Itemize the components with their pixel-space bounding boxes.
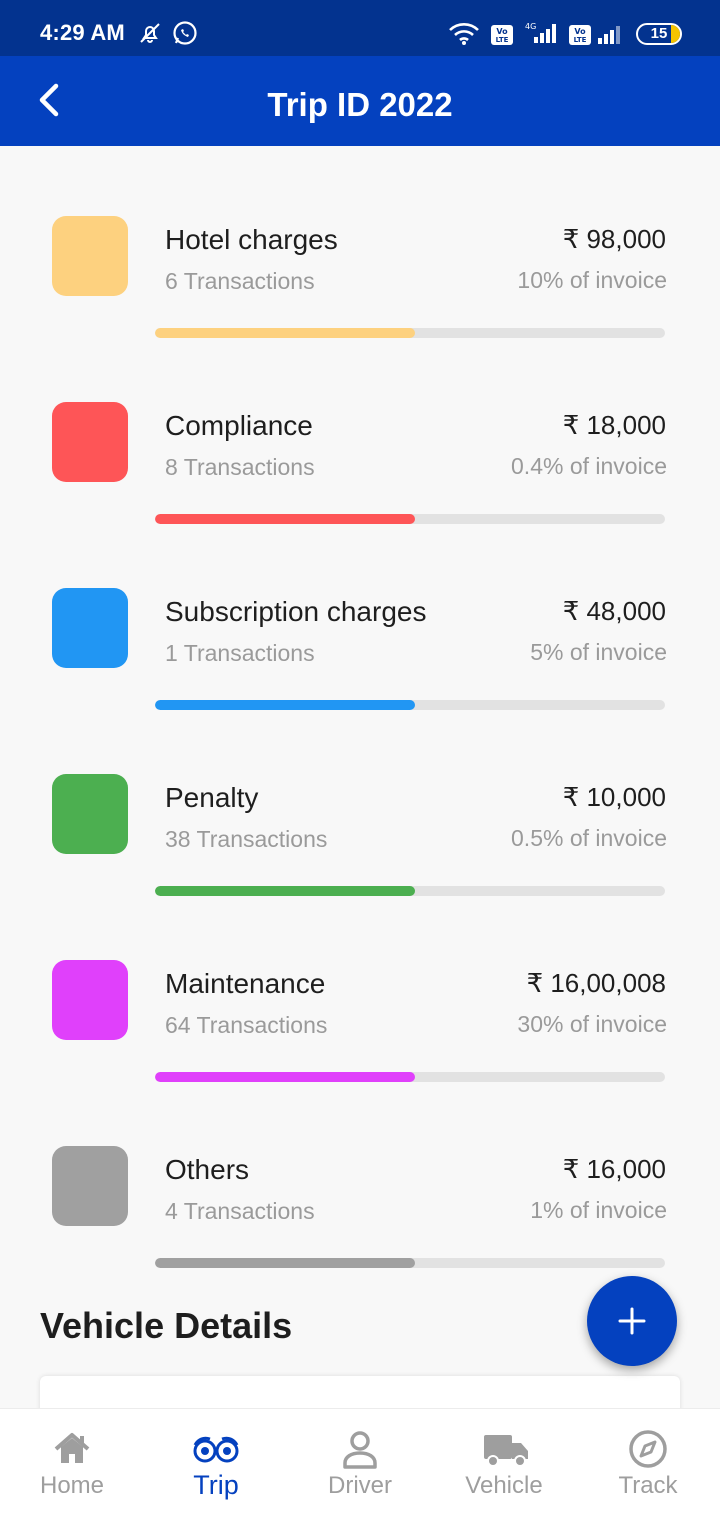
category-transactions: 8 Transactions — [165, 454, 315, 480]
category-color-swatch — [52, 774, 128, 854]
person-icon — [338, 1427, 382, 1471]
bottom-navigation: Home Trip Driver Vehicle Track — [0, 1408, 720, 1520]
category-transactions: 6 Transactions — [165, 268, 315, 294]
category-invoice-percent: 10% of invoice — [517, 267, 667, 293]
status-time: 4:29 AM — [40, 20, 125, 45]
category-invoice-percent: 0.5% of invoice — [511, 825, 667, 851]
category-color-swatch — [52, 216, 128, 296]
category-row[interactable]: Compliance 8 Transactions ₹ 18,000 0.4% of … — [0, 332, 720, 524]
battery-level-fill — [671, 25, 680, 43]
category-name: Subscription charges — [165, 596, 427, 627]
category-amount: ₹ 18,000 — [562, 410, 666, 440]
nav-driver-label: Driver — [328, 1472, 392, 1499]
app-bar: Trip ID 2022 — [0, 56, 720, 146]
plus-icon — [618, 1307, 646, 1335]
nav-track[interactable]: Track — [576, 1409, 720, 1520]
svg-text:Vo: Vo — [496, 27, 508, 36]
expense-category-list: Hotel charges 6 Transactions ₹ 98,000 10% o… — [0, 146, 720, 1408]
category-name: Penalty — [165, 782, 259, 813]
compass-icon — [626, 1427, 670, 1471]
category-row[interactable]: Penalty 38 Transactions ₹ 10,000 0.5% of in… — [0, 704, 720, 896]
battery-level: 15 — [650, 25, 668, 42]
category-transactions: 64 Transactions — [165, 1012, 328, 1038]
nav-track-label: Track — [618, 1472, 678, 1499]
category-color-swatch — [52, 960, 128, 1040]
category-color-swatch — [52, 402, 128, 482]
category-row[interactable]: Hotel charges 6 Transactions ₹ 98,000 10% o… — [0, 146, 720, 338]
category-amount: ₹ 48,000 — [562, 596, 666, 626]
nav-trip-label: Trip — [193, 1470, 239, 1500]
nav-home-label: Home — [39, 1472, 105, 1499]
category-progress-track — [155, 1258, 665, 1268]
category-amount: ₹ 10,000 — [562, 782, 666, 812]
volte-icon: Vo LTE — [568, 24, 592, 51]
nav-vehicle[interactable]: Vehicle — [432, 1409, 576, 1520]
page-title: Trip ID 2022 — [267, 86, 453, 123]
category-color-swatch — [52, 1146, 128, 1226]
category-amount: ₹ 16,000 — [562, 1154, 666, 1184]
whatsapp-icon — [172, 20, 198, 51]
category-amount: ₹ 98,000 — [562, 224, 666, 254]
svg-text:LTE: LTE — [496, 36, 509, 44]
svg-text:Vo: Vo — [574, 27, 586, 36]
signal-icon — [596, 22, 628, 51]
category-invoice-percent: 5% of invoice — [530, 639, 667, 665]
binoculars-icon — [192, 1431, 239, 1475]
home-icon — [50, 1427, 94, 1471]
svg-text:4G: 4G — [525, 22, 536, 31]
category-amount: ₹ 16,00,008 — [526, 968, 666, 998]
svg-text:LTE: LTE — [574, 36, 587, 44]
category-row[interactable]: Subscription charges 1 Transactions ₹ 48,0… — [0, 518, 720, 710]
category-name: Maintenance — [165, 968, 326, 999]
nav-trip[interactable]: Trip — [144, 1409, 288, 1520]
category-invoice-percent: 1% of invoice — [530, 1197, 667, 1223]
category-progress-fill — [155, 1258, 416, 1268]
truck-icon — [480, 1427, 528, 1471]
status-bar: 4:29 AM Vo LTE 4G Vo LTE 15 — [0, 0, 720, 56]
nav-driver[interactable]: Driver — [288, 1409, 432, 1520]
add-button[interactable] — [587, 1276, 677, 1366]
category-row[interactable]: Maintenance 64 Transactions ₹ 16,00,008 30%… — [0, 890, 720, 1082]
category-name: Hotel charges — [165, 224, 338, 255]
nav-home[interactable]: Home — [0, 1409, 144, 1520]
category-transactions: 1 Transactions — [165, 640, 315, 666]
category-name: Compliance — [165, 410, 313, 441]
mute-icon — [138, 21, 162, 50]
4g-signal-icon: 4G — [522, 20, 562, 51]
vehicle-details-card — [40, 1376, 680, 1408]
category-row[interactable]: Others 4 Transactions ₹ 16,000 1% of invoic… — [0, 1076, 720, 1268]
wifi-icon — [448, 22, 480, 51]
vehicle-details-heading: Vehicle Details — [40, 1305, 293, 1346]
nav-vehicle-label: Vehicle — [465, 1472, 543, 1499]
category-transactions: 38 Transactions — [165, 826, 328, 852]
category-name: Others — [165, 1154, 250, 1185]
category-color-swatch — [52, 588, 128, 668]
category-transactions: 4 Transactions — [165, 1198, 315, 1224]
category-invoice-percent: 30% of invoice — [517, 1011, 667, 1037]
battery-icon: 15 — [636, 23, 682, 45]
volte-icon: Vo LTE — [490, 24, 514, 51]
category-invoice-percent: 0.4% of invoice — [511, 453, 667, 479]
